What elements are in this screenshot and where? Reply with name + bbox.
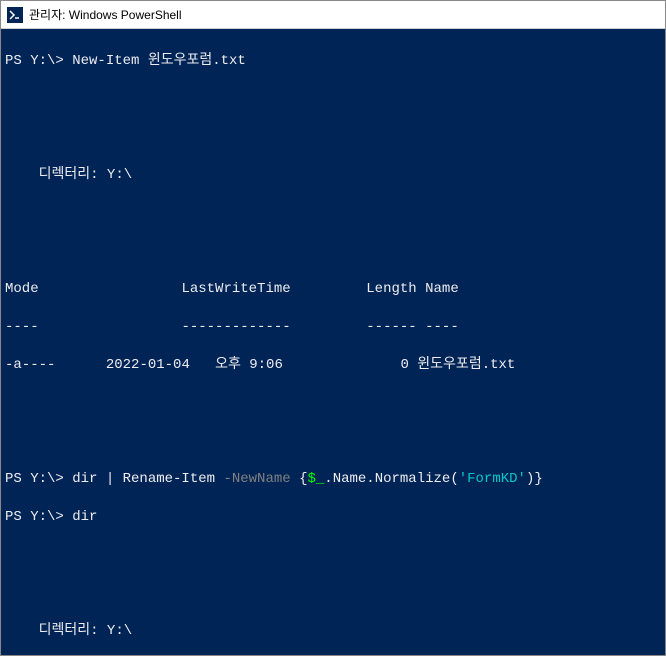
powershell-window: 관리자: Windows PowerShell PS Y:\> New-Item…: [0, 0, 666, 656]
powershell-icon: [7, 7, 23, 23]
directory-label: 디렉터리: Y:\: [5, 622, 661, 641]
command-line: PS Y:\> dir: [5, 508, 661, 527]
directory-label: 디렉터리: Y:\: [5, 166, 661, 185]
titlebar[interactable]: 관리자: Windows PowerShell: [1, 1, 665, 29]
window-title: 관리자: Windows PowerShell: [29, 6, 182, 23]
table-header: Mode LastWriteTime Length Name: [5, 280, 661, 299]
command-line: PS Y:\> dir | Rename-Item -NewName {$_.N…: [5, 470, 661, 489]
table-divider: ---- ------------- ------ ----: [5, 318, 661, 337]
terminal-body[interactable]: PS Y:\> New-Item 윈도우포럼.txt 디렉터리: Y:\ Mod…: [1, 29, 665, 655]
prompt: PS Y:\> New-Item 윈도우포럼.txt: [5, 53, 246, 69]
table-row: -a---- 2022-01-04 오후 9:06 0 윈도우포럼.txt: [5, 356, 661, 375]
